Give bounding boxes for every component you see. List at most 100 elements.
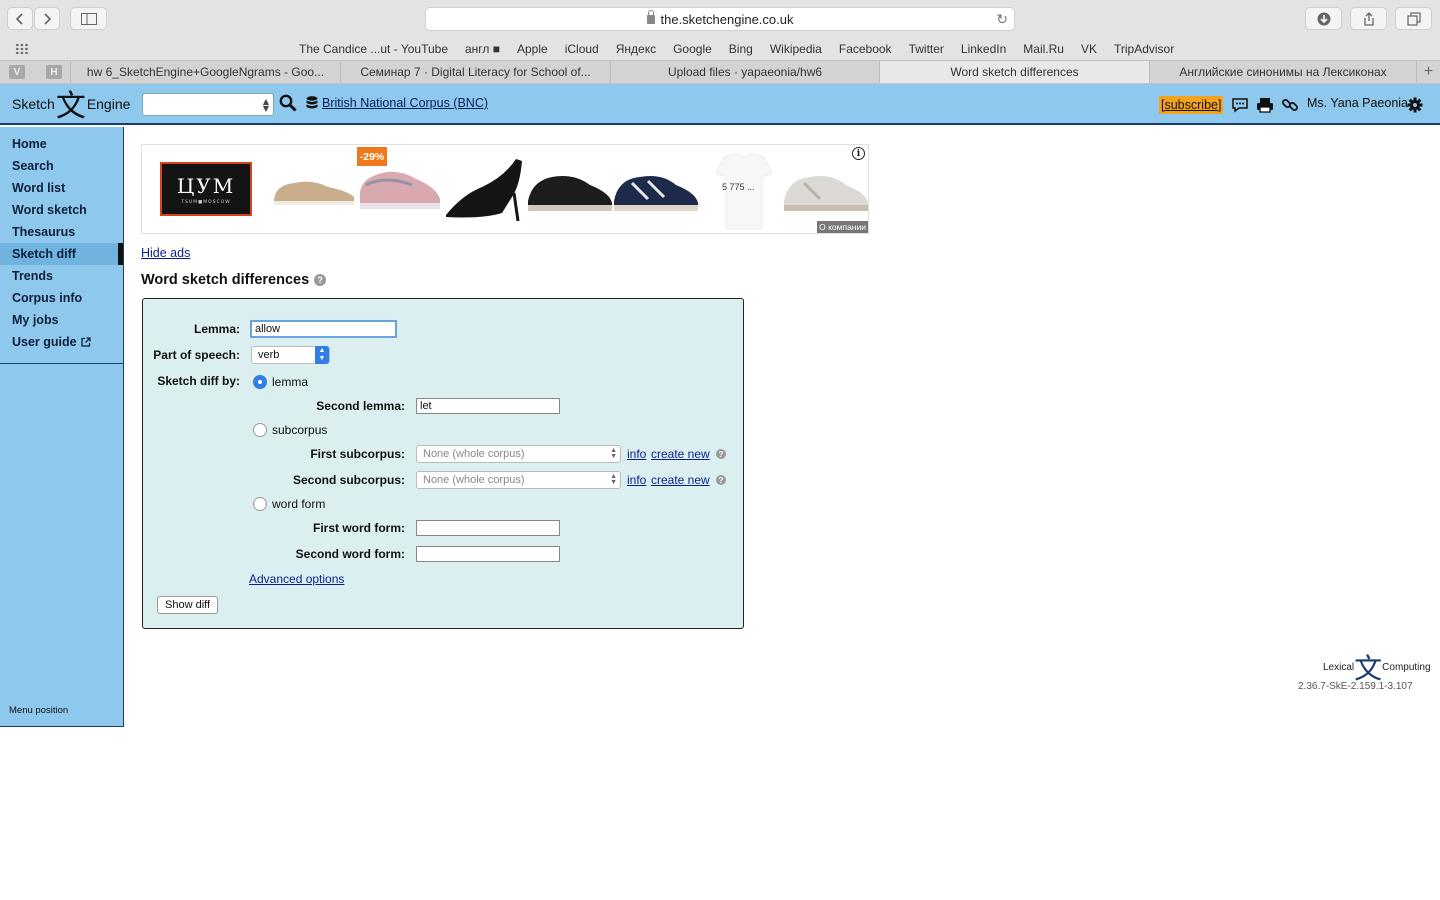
version-text: 2.36.7-SkE-2.159.1-3.107 <box>1298 681 1413 692</box>
help-icon[interactable]: ? <box>716 475 726 485</box>
second-subcorpus-select[interactable]: None (whole corpus) ▲ ▼ <box>416 471 621 489</box>
browser-tab-active[interactable]: Word sketch differences <box>879 61 1149 83</box>
first-word-form-input[interactable] <box>416 520 560 536</box>
ad-about-link[interactable]: О компании <box>817 221 868 233</box>
favorite-link[interactable]: The Candice ...ut - YouTube <box>299 42 448 56</box>
gear-icon[interactable] <box>1406 96 1424 114</box>
logo-glyph: 文 <box>55 90 86 123</box>
first-subcorpus-select[interactable]: None (whole corpus) ▲ ▼ <box>416 445 621 463</box>
favorite-link[interactable]: VK <box>1081 42 1097 56</box>
sidebar-item-label: Word list <box>12 181 66 195</box>
second-subcorpus-create-link[interactable]: create new <box>651 473 710 487</box>
logo-text-right: Engine <box>86 96 131 112</box>
search-icon[interactable] <box>279 94 297 112</box>
link-icon[interactable] <box>1281 96 1299 114</box>
help-icon[interactable]: ? <box>716 449 726 459</box>
discount-badge: -29% <box>357 147 387 166</box>
sidebar-item-word-sketch[interactable]: Word sketch <box>0 199 123 221</box>
sidebar-item-home[interactable]: Home <box>0 133 123 155</box>
advanced-options-link[interactable]: Advanced options <box>249 572 344 586</box>
help-icon[interactable]: ? <box>314 274 327 286</box>
radio-subcorpus-label[interactable]: subcorpus <box>272 423 327 437</box>
first-subcorpus-info-link[interactable]: info <box>627 447 646 461</box>
address-bar[interactable]: the.sketchengine.co.uk ↻ <box>425 7 1015 31</box>
favorite-link[interactable]: iCloud <box>565 42 599 56</box>
browser-tab[interactable]: hw 6_SketchEngine+GoogleNgrams - Goo... <box>70 61 340 83</box>
back-button[interactable] <box>7 7 33 30</box>
sidebar-item-sketch-diff[interactable]: Sketch diff <box>0 243 123 265</box>
forward-button[interactable] <box>34 7 60 30</box>
radio-lemma-label[interactable]: lemma <box>272 375 308 389</box>
sketch-engine-logo[interactable]: Sketch 文 Engine <box>12 87 131 123</box>
select-arrows-icon: ▲ ▼ <box>315 346 329 364</box>
favorite-link[interactable]: Twitter <box>909 42 944 56</box>
part-of-speech-label: Part of speech: <box>153 348 240 362</box>
favorite-link[interactable]: англ ■ <box>465 42 500 56</box>
sketch-diff-by-label: Sketch diff by: <box>157 374 240 388</box>
sidebar-item-trends[interactable]: Trends <box>0 265 123 287</box>
subscribe-link[interactable]: [subscribe] <box>1159 96 1224 114</box>
print-icon[interactable] <box>1256 96 1274 114</box>
radio-lemma[interactable] <box>253 375 267 389</box>
radio-word-form[interactable] <box>253 497 267 511</box>
first-word-form-label: First word form: <box>313 521 405 535</box>
favorite-link[interactable]: Facebook <box>839 42 892 56</box>
favorite-link[interactable]: Mail.Ru <box>1023 42 1064 56</box>
tsum-logo: ЦУМ TSUM■MOSCOW <box>160 162 252 216</box>
show-diff-button[interactable]: Show diff <box>157 596 219 614</box>
menu-position-toggle[interactable]: Menu position <box>9 705 68 716</box>
pinned-tab[interactable]: H <box>46 65 62 79</box>
reload-icon[interactable]: ↻ <box>996 11 1008 28</box>
tabs-overview-button[interactable] <box>1395 7 1432 30</box>
radio-word-form-label[interactable]: word form <box>272 497 325 511</box>
favorite-link[interactable]: LinkedIn <box>961 42 1006 56</box>
favorite-link[interactable]: Wikipedia <box>770 42 822 56</box>
sidebar-item-word-list[interactable]: Word list <box>0 177 123 199</box>
page-title: Word sketch differences <box>141 272 310 288</box>
favorite-link[interactable]: Bing <box>729 42 753 56</box>
browser-tab-bar: V H hw 6_SketchEngine+GoogleNgrams - Goo… <box>0 60 1440 84</box>
logo-text-left: Sketch <box>12 96 55 112</box>
lemma-input[interactable]: allow <box>250 320 397 338</box>
part-of-speech-select[interactable]: verb ▲ ▼ <box>251 346 330 364</box>
quick-search-input[interactable]: ▲ ▼ <box>142 93 274 116</box>
second-subcorpus-info-link[interactable]: info <box>627 473 646 487</box>
browser-tab[interactable]: Семинар 7 · Digital Literacy for School … <box>340 61 610 83</box>
sidebar-item-user-guide[interactable]: User guide <box>0 331 123 353</box>
stepper-icon[interactable]: ▲ ▼ <box>261 98 271 113</box>
hide-ads-link[interactable]: Hide ads <box>141 246 190 260</box>
ad-info-icon[interactable]: i <box>852 147 865 160</box>
favorite-link[interactable]: Google <box>673 42 712 56</box>
sidebar-toggle-button[interactable] <box>70 7 107 30</box>
favorite-link[interactable]: Яндекс <box>616 42 656 56</box>
ad-banner[interactable]: ЦУМ TSUM■MOSCOW 5 775 ... -29% i О компа… <box>141 144 869 234</box>
apps-grid-icon[interactable] <box>15 43 29 55</box>
first-subcorpus-create-link[interactable]: create new <box>651 447 710 461</box>
sidebar-item-my-jobs[interactable]: My jobs <box>0 309 123 331</box>
shoe-image <box>784 176 868 211</box>
pinned-tab[interactable]: V <box>9 65 25 79</box>
user-name[interactable]: Ms. Yana Paeonia <box>1307 96 1408 110</box>
lc-text-right: Computing <box>1382 661 1431 673</box>
lemma-label: Lemma: <box>193 322 240 336</box>
sidebar-item-search[interactable]: Search <box>0 155 123 177</box>
second-word-form-input[interactable] <box>416 546 560 562</box>
downloads-button[interactable] <box>1305 7 1342 30</box>
browser-tab[interactable]: Английские синонимы на Лексиконах <box>1149 61 1416 83</box>
corpus-selector[interactable]: British National Corpus (BNC) <box>306 96 488 110</box>
tab-label: Семинар 7 · Digital Literacy for School … <box>360 65 591 79</box>
browser-tab[interactable]: Upload files · yapaeonia/hw6 <box>610 61 879 83</box>
new-tab-button[interactable]: + <box>1416 61 1440 83</box>
radio-subcorpus[interactable] <box>253 423 267 437</box>
url-text: the.sketchengine.co.uk <box>660 11 794 27</box>
sidebar-item-corpus-info[interactable]: Corpus info <box>0 287 123 309</box>
favorite-link[interactable]: TripAdvisor <box>1114 42 1174 56</box>
part-of-speech-value: verb <box>258 349 280 361</box>
feedback-icon[interactable] <box>1231 96 1249 114</box>
second-lemma-label: Second lemma: <box>316 399 405 413</box>
second-lemma-input[interactable]: let <box>416 398 560 414</box>
favorite-link[interactable]: Apple <box>517 42 548 56</box>
sidebar-item-thesaurus[interactable]: Thesaurus <box>0 221 123 243</box>
ad-brand-sub: TSUM■MOSCOW <box>181 199 231 205</box>
share-button[interactable] <box>1350 7 1387 30</box>
